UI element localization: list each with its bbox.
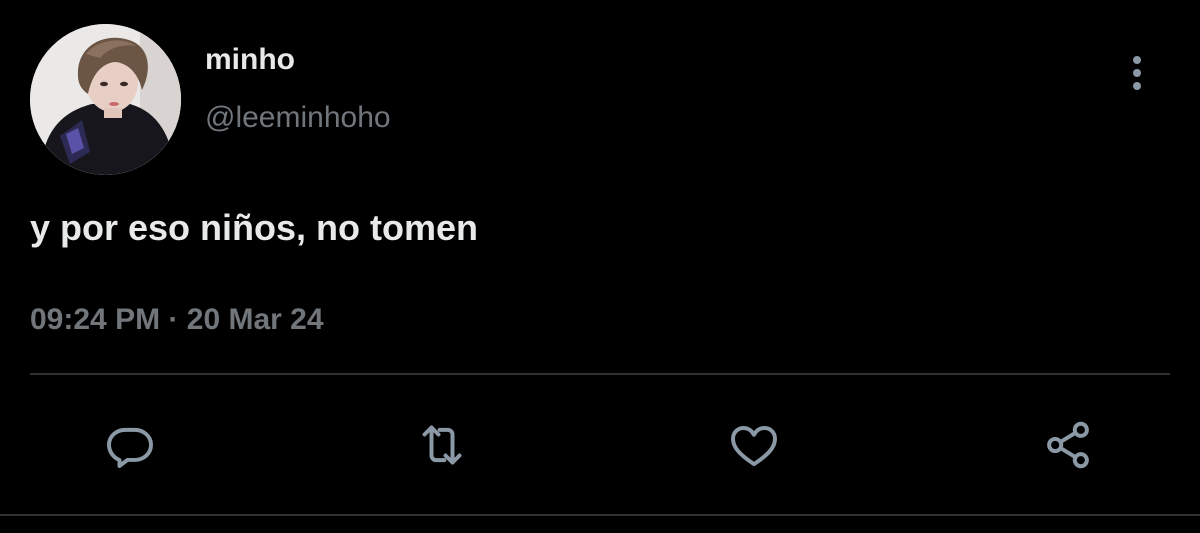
like-button[interactable]: [722, 410, 786, 480]
tweet-actions-bar: [0, 410, 1200, 480]
tweet-timestamp[interactable]: 09:24 PM · 20 Mar 24: [30, 300, 324, 340]
avatar[interactable]: [30, 24, 181, 175]
share-icon: [1047, 421, 1089, 469]
retweet-button[interactable]: [410, 410, 474, 480]
user-handle[interactable]: @leeminhoho: [205, 100, 391, 136]
reply-icon: [107, 427, 153, 468]
avatar-photo: [30, 24, 181, 175]
more-vertical-icon: [1133, 56, 1141, 90]
meta-separator: ·: [168, 303, 179, 336]
retweet-icon: [422, 425, 462, 465]
share-button[interactable]: [1036, 410, 1100, 480]
tweet-date: 20 Mar 24: [186, 303, 324, 336]
tweet-text: y por eso niños, no tomen: [30, 207, 479, 248]
display-name[interactable]: minho: [205, 42, 295, 78]
more-options-button[interactable]: [1120, 50, 1154, 96]
divider: [30, 373, 1170, 375]
reply-button[interactable]: [98, 410, 162, 480]
like-icon: [731, 425, 777, 467]
bottom-divider: [0, 514, 1200, 516]
tweet-time: 09:24 PM: [30, 303, 161, 336]
